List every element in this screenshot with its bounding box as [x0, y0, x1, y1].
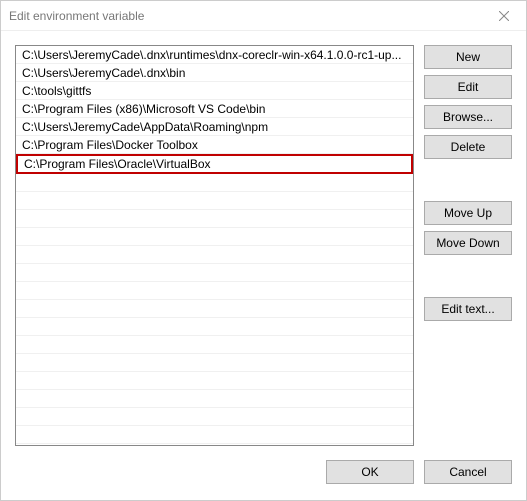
path-listbox[interactable]: C:\Users\JeremyCade\.dnx\runtimes\dnx-co… [15, 45, 414, 446]
list-item[interactable]: C:\Program Files\Oracle\VirtualBox [16, 154, 413, 174]
list-item[interactable] [16, 264, 413, 282]
list-item[interactable]: C:\Users\JeremyCade\.dnx\runtimes\dnx-co… [16, 46, 413, 64]
spacer [424, 165, 512, 195]
new-button[interactable]: New [424, 45, 512, 69]
close-icon [499, 11, 509, 21]
list-item[interactable] [16, 300, 413, 318]
move-up-button[interactable]: Move Up [424, 201, 512, 225]
dialog-content: C:\Users\JeremyCade\.dnx\runtimes\dnx-co… [1, 31, 526, 454]
delete-button[interactable]: Delete [424, 135, 512, 159]
list-item[interactable] [16, 228, 413, 246]
list-item[interactable]: C:\Program Files (x86)\Microsoft VS Code… [16, 100, 413, 118]
list-item[interactable] [16, 390, 413, 408]
list-item[interactable] [16, 354, 413, 372]
list-item[interactable] [16, 426, 413, 444]
list-item[interactable] [16, 174, 413, 192]
list-item[interactable]: C:\Users\JeremyCade\.dnx\bin [16, 64, 413, 82]
list-item[interactable]: C:\Users\JeremyCade\AppData\Roaming\npm [16, 118, 413, 136]
browse-button[interactable]: Browse... [424, 105, 512, 129]
list-item[interactable] [16, 336, 413, 354]
list-item[interactable] [16, 318, 413, 336]
list-item[interactable] [16, 282, 413, 300]
titlebar: Edit environment variable [1, 1, 526, 31]
close-button[interactable] [481, 1, 526, 31]
window-title: Edit environment variable [9, 9, 144, 23]
edit-text-button[interactable]: Edit text... [424, 297, 512, 321]
list-item[interactable] [16, 408, 413, 426]
edit-env-var-dialog: Edit environment variable C:\Users\Jerem… [0, 0, 527, 501]
side-button-column: New Edit Browse... Delete Move Up Move D… [424, 45, 512, 446]
edit-button[interactable]: Edit [424, 75, 512, 99]
cancel-button[interactable]: Cancel [424, 460, 512, 484]
list-item[interactable]: C:\tools\gittfs [16, 82, 413, 100]
dialog-footer: OK Cancel [1, 454, 526, 500]
move-down-button[interactable]: Move Down [424, 231, 512, 255]
list-item[interactable] [16, 192, 413, 210]
spacer [424, 261, 512, 291]
list-item[interactable] [16, 210, 413, 228]
ok-button[interactable]: OK [326, 460, 414, 484]
list-item[interactable]: C:\Program Files\Docker Toolbox [16, 136, 413, 154]
list-item[interactable] [16, 246, 413, 264]
list-item[interactable] [16, 372, 413, 390]
